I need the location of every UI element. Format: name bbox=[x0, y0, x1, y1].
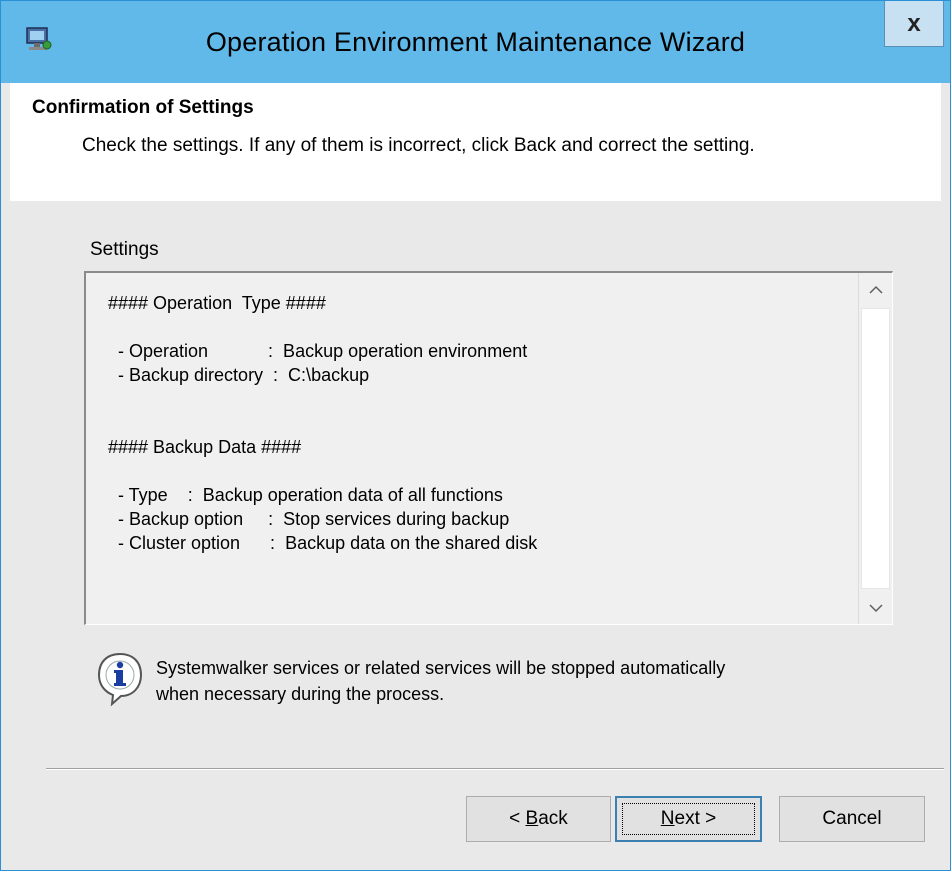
info-message: Systemwalker services or related service… bbox=[96, 651, 856, 715]
cancel-button-label: Cancel bbox=[822, 808, 882, 829]
chevron-up-icon bbox=[868, 285, 883, 294]
settings-line bbox=[108, 387, 848, 411]
back-button-label: < Back bbox=[509, 808, 568, 829]
settings-line: - Backup directory : C:\backup bbox=[108, 365, 370, 385]
info-line-1: Systemwalker services or related service… bbox=[156, 658, 726, 678]
wizard-window: Operation Environment Maintenance Wizard… bbox=[0, 0, 951, 871]
info-text: Systemwalker services or related service… bbox=[156, 655, 725, 707]
wizard-header: Confirmation of Settings Check the setti… bbox=[10, 83, 941, 202]
settings-line bbox=[108, 411, 848, 435]
title-bar[interactable]: Operation Environment Maintenance Wizard… bbox=[1, 1, 950, 83]
scroll-down-button[interactable] bbox=[859, 591, 892, 624]
wizard-body: Settings #### Operation Type #### - Oper… bbox=[10, 201, 944, 861]
computer-monitor-icon bbox=[25, 27, 53, 53]
next-button[interactable]: Next > bbox=[615, 796, 762, 842]
settings-line: - Type : Backup operation data of all fu… bbox=[108, 485, 503, 505]
settings-line: #### Backup Data #### bbox=[108, 437, 302, 457]
cancel-button[interactable]: Cancel bbox=[779, 796, 925, 842]
settings-line: - Cluster option : Backup data on the sh… bbox=[108, 533, 538, 553]
information-icon bbox=[96, 651, 144, 707]
page-description: Check the settings. If any of them is in… bbox=[82, 135, 755, 156]
info-line-2: when necessary during the process. bbox=[156, 684, 445, 704]
settings-textbox[interactable]: #### Operation Type #### - Operation : B… bbox=[84, 271, 893, 625]
footer-divider bbox=[46, 768, 944, 770]
vertical-scrollbar[interactable] bbox=[858, 273, 892, 624]
scroll-thumb[interactable] bbox=[861, 308, 890, 589]
focus-rectangle bbox=[622, 803, 755, 835]
settings-line: - Operation : Backup operation environme… bbox=[108, 341, 528, 361]
settings-line: - Backup option : Stop services during b… bbox=[108, 509, 510, 529]
close-button[interactable]: x bbox=[884, 1, 944, 47]
scroll-up-button[interactable] bbox=[859, 273, 892, 306]
settings-line: #### Operation Type #### bbox=[108, 293, 326, 313]
close-icon: x bbox=[907, 9, 921, 37]
chevron-down-icon bbox=[868, 603, 883, 612]
page-title: Confirmation of Settings bbox=[32, 97, 254, 118]
settings-line bbox=[108, 315, 848, 339]
settings-label: Settings bbox=[90, 239, 159, 260]
back-button[interactable]: < Back bbox=[466, 796, 611, 842]
window-title: Operation Environment Maintenance Wizard bbox=[205, 26, 746, 57]
settings-line bbox=[108, 459, 848, 483]
settings-text: #### Operation Type #### - Operation : B… bbox=[108, 291, 848, 555]
